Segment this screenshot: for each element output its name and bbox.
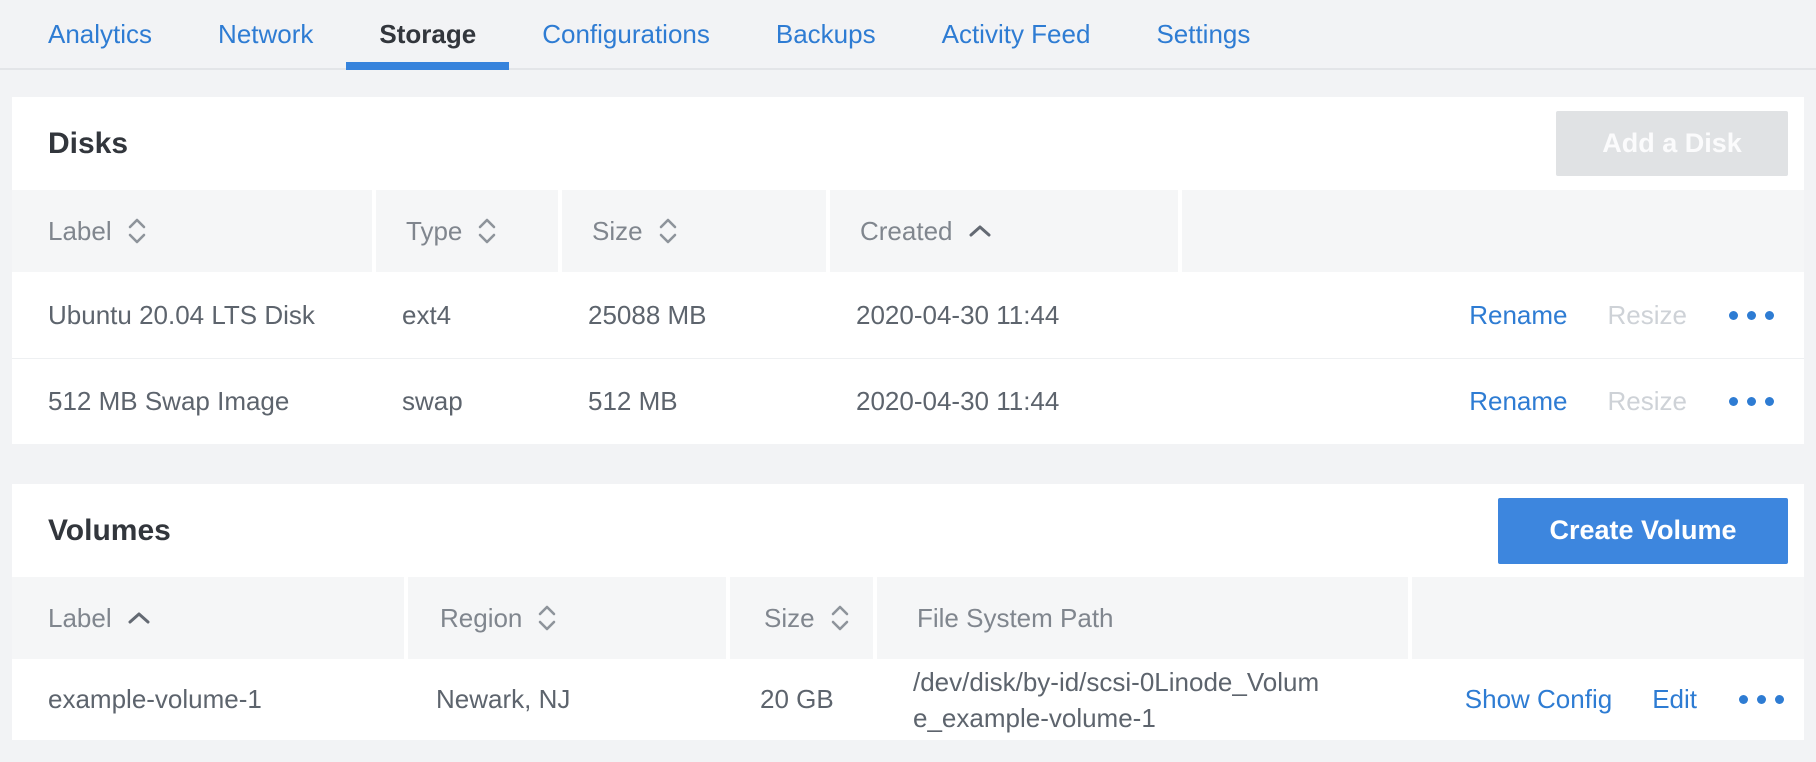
disk-row-actions: Rename Resize: [1178, 300, 1804, 331]
volumes-column-region-sort[interactable]: Region: [404, 577, 726, 659]
tab-label: Backups: [776, 19, 876, 50]
sort-chevrons-icon: [126, 216, 148, 246]
volume-size-cell: 20 GB: [726, 684, 873, 715]
tab-label: Analytics: [48, 19, 152, 50]
volume-label-cell: example-volume-1: [12, 684, 404, 715]
table-row-disk-ubuntu: Ubuntu 20.04 LTS Disk ext4 25088 MB 2020…: [12, 272, 1804, 358]
disk-size-cell: 25088 MB: [558, 300, 826, 331]
rename-link[interactable]: Rename: [1469, 386, 1567, 417]
edit-link[interactable]: Edit: [1652, 684, 1697, 715]
volume-region-cell: Newark, NJ: [404, 684, 726, 715]
disk-size-cell: 512 MB: [558, 386, 826, 417]
ellipsis-icon[interactable]: [1727, 391, 1776, 412]
volumes-panel: Volumes Create Volume Label Region Size …: [12, 484, 1804, 740]
column-header-text: Label: [48, 603, 112, 634]
rename-link[interactable]: Rename: [1469, 300, 1567, 331]
tab-label: Storage: [379, 19, 476, 50]
table-row-volume-example: example-volume-1 Newark, NJ 20 GB /dev/d…: [12, 659, 1804, 740]
disk-created-cell: 2020-04-30 11:44: [826, 386, 1178, 417]
sort-chevrons-icon: [536, 603, 558, 633]
disks-panel-header: Disks Add a Disk: [12, 97, 1804, 190]
sort-chevrons-icon: [829, 603, 851, 633]
tab-label: Activity Feed: [942, 19, 1091, 50]
disk-created-cell: 2020-04-30 11:44: [826, 300, 1178, 331]
volume-path-cell: /dev/disk/by-id/scsi-0Linode_Volume_exam…: [873, 664, 1408, 736]
disks-column-type-sort[interactable]: Type: [372, 190, 558, 272]
ellipsis-icon[interactable]: [1727, 305, 1776, 326]
ellipsis-icon[interactable]: [1737, 689, 1786, 710]
tab-network[interactable]: Network: [185, 0, 346, 68]
tab-storage[interactable]: Storage: [346, 0, 509, 68]
disks-column-created-sort[interactable]: Created: [826, 190, 1178, 272]
column-header-text: Created: [860, 216, 953, 247]
column-header-text: Label: [48, 216, 112, 247]
tab-configurations[interactable]: Configurations: [509, 0, 743, 68]
sort-ascending-caret-icon: [126, 610, 152, 626]
file-system-path-text: /dev/disk/by-id/scsi-0Linode_Volume_exam…: [913, 664, 1331, 736]
disk-label-cell: Ubuntu 20.04 LTS Disk: [12, 300, 372, 331]
volumes-column-path: File System Path: [873, 577, 1408, 659]
create-volume-button[interactable]: Create Volume: [1498, 498, 1788, 564]
volumes-panel-header: Volumes Create Volume: [12, 484, 1804, 577]
volumes-column-size-sort[interactable]: Size: [726, 577, 873, 659]
column-header-text: Size: [592, 216, 643, 247]
disks-column-label-sort[interactable]: Label: [12, 190, 372, 272]
column-header-text: Size: [764, 603, 815, 634]
disks-column-actions: [1178, 190, 1804, 272]
table-row-disk-swap: 512 MB Swap Image swap 512 MB 2020-04-30…: [12, 358, 1804, 444]
tab-backups[interactable]: Backups: [743, 0, 909, 68]
sort-chevrons-icon: [476, 216, 498, 246]
volumes-title: Volumes: [48, 514, 171, 548]
disk-type-cell: swap: [372, 386, 558, 417]
volumes-column-label-sort[interactable]: Label: [12, 577, 404, 659]
linode-detail-tabbar: Analytics Network Storage Configurations…: [0, 0, 1816, 70]
tab-activity-feed[interactable]: Activity Feed: [909, 0, 1124, 68]
column-header-text: Type: [406, 216, 462, 247]
sort-ascending-caret-icon: [967, 223, 993, 239]
tab-settings[interactable]: Settings: [1123, 0, 1283, 68]
disks-title: Disks: [48, 127, 128, 161]
volumes-column-actions: [1408, 577, 1804, 659]
tab-label: Configurations: [542, 19, 710, 50]
resize-link-disabled[interactable]: Resize: [1608, 386, 1687, 417]
disk-type-cell: ext4: [372, 300, 558, 331]
column-header-text: File System Path: [917, 603, 1114, 634]
volume-row-actions: Show Config Edit: [1408, 684, 1804, 715]
tab-label: Network: [218, 19, 313, 50]
column-header-text: Region: [440, 603, 522, 634]
disks-panel: Disks Add a Disk Label Type Size Created…: [12, 97, 1804, 444]
tab-label: Settings: [1156, 19, 1250, 50]
disks-column-size-sort[interactable]: Size: [558, 190, 826, 272]
disk-row-actions: Rename Resize: [1178, 386, 1804, 417]
add-disk-button[interactable]: Add a Disk: [1556, 111, 1788, 176]
tab-analytics[interactable]: Analytics: [15, 0, 185, 68]
volumes-table-header: Label Region Size File System Path: [12, 577, 1804, 659]
disk-label-cell: 512 MB Swap Image: [12, 386, 372, 417]
show-config-link[interactable]: Show Config: [1465, 684, 1612, 715]
disks-table-header: Label Type Size Created: [12, 190, 1804, 272]
resize-link-disabled[interactable]: Resize: [1608, 300, 1687, 331]
sort-chevrons-icon: [657, 216, 679, 246]
